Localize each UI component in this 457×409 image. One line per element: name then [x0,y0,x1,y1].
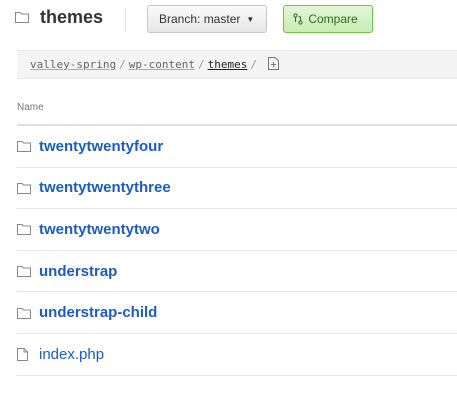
list-item[interactable]: twentytwentythree [17,168,457,210]
folder-icon [15,10,29,23]
page-title: themes [40,7,104,27]
breadcrumb: valley-spring / wp-content / themes / [17,50,457,79]
file-icon [17,347,39,361]
list-item[interactable]: understrap [17,251,457,293]
compare-button[interactable]: Compare [283,5,373,33]
chevron-down-icon: ▼ [246,15,255,24]
folder-icon [17,307,39,319]
breadcrumb-separator: / [250,58,257,71]
folder-link[interactable]: twentytwentytwo [39,221,160,238]
folder-icon [17,140,39,153]
folder-icon [17,265,39,278]
breadcrumb-wp-content-link[interactable]: wp-content [129,58,195,71]
header-divider [125,8,126,32]
compare-icon [293,13,303,25]
column-header-name: Name [17,102,44,113]
file-list: twentytwentyfour twentytwentythree twent… [17,126,457,376]
new-file-icon[interactable] [267,53,279,80]
repo-header: themes Branch: master ▼ Compare [0,0,457,40]
folder-link[interactable]: understrap-child [39,304,157,321]
breadcrumb-current: themes [207,58,248,71]
folder-icon [17,182,39,194]
branch-label: Branch: master [159,12,241,26]
branch-select-button[interactable]: Branch: master ▼ [147,5,267,33]
compare-label: Compare [308,12,358,26]
breadcrumb-separator: / [119,58,126,71]
list-item[interactable]: twentytwentytwo [17,209,457,251]
folder-link[interactable]: understrap [39,263,117,280]
file-link[interactable]: index.php [39,346,104,363]
folder-link[interactable]: twentytwentyfour [39,138,163,155]
breadcrumb-separator: / [197,58,205,71]
breadcrumb-repo-link[interactable]: valley-spring [30,58,116,71]
folder-link[interactable]: twentytwentythree [39,179,171,196]
list-item[interactable]: index.php [17,334,457,376]
folder-icon [17,223,39,236]
list-item[interactable]: twentytwentyfour [17,126,457,168]
list-item[interactable]: understrap-child [17,292,457,334]
